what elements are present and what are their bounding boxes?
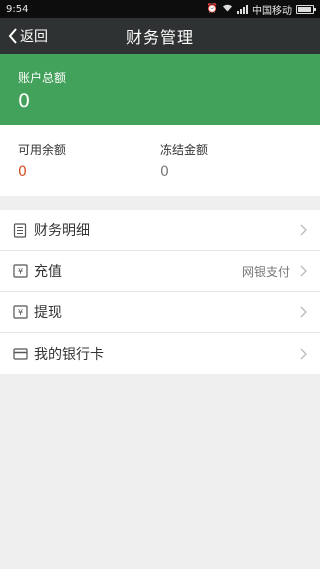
svg-text:¥: ¥ bbox=[17, 267, 22, 276]
finance-menu: 财务明细 ¥ 充值 网银支付 ¥ 提现 我的银行卡 bbox=[0, 210, 320, 374]
back-label: 返回 bbox=[20, 29, 48, 45]
total-balance-card: 账户总额 0 bbox=[0, 54, 320, 125]
menu-item-label: 提现 bbox=[34, 305, 62, 321]
chevron-right-icon bbox=[300, 348, 308, 360]
bank-card-icon bbox=[12, 346, 28, 362]
alarm-icon: ⏰ bbox=[206, 4, 218, 14]
chevron-left-icon bbox=[8, 28, 18, 44]
available-balance: 可用余额 0 bbox=[0, 125, 142, 196]
frozen-amount-label: 冻结金额 bbox=[160, 143, 209, 157]
frozen-amount-value: 0 bbox=[160, 164, 169, 180]
menu-item-withdraw[interactable]: ¥ 提现 bbox=[0, 292, 320, 333]
menu-item-recharge[interactable]: ¥ 充值 网银支付 bbox=[0, 251, 320, 292]
menu-item-label: 财务明细 bbox=[34, 223, 90, 239]
signal-icon bbox=[237, 4, 248, 14]
page-title: 财务管理 bbox=[125, 28, 194, 47]
frozen-amount: 冻结金额 0 bbox=[142, 125, 320, 196]
status-icons: ⏰ 中国移动 bbox=[206, 2, 316, 17]
yen-recharge-icon: ¥ bbox=[12, 263, 28, 279]
payment-method-label: 网银支付 bbox=[241, 264, 290, 279]
menu-item-bank-cards[interactable]: 我的银行卡 bbox=[0, 333, 320, 374]
menu-item-finance-details[interactable]: 财务明细 bbox=[0, 210, 320, 251]
yen-withdraw-icon: ¥ bbox=[12, 304, 28, 320]
chevron-right-icon bbox=[300, 265, 308, 277]
total-balance-label: 账户总额 bbox=[18, 71, 67, 85]
total-balance-value: 0 bbox=[18, 90, 31, 112]
status-time: 9:54 bbox=[6, 3, 29, 15]
chevron-right-icon bbox=[300, 306, 308, 318]
available-balance-label: 可用余额 bbox=[18, 143, 67, 157]
menu-item-label: 我的银行卡 bbox=[34, 346, 104, 363]
chevron-right-icon bbox=[300, 224, 308, 236]
wifi-icon bbox=[222, 3, 233, 15]
ledger-icon bbox=[12, 222, 28, 238]
back-button[interactable]: 返回 bbox=[8, 18, 48, 54]
svg-text:¥: ¥ bbox=[17, 308, 22, 317]
menu-item-label: 充值 bbox=[34, 264, 62, 280]
nav-bar: 返回 财务管理 bbox=[0, 18, 320, 54]
sub-balances: 可用余额 0 冻结金额 0 bbox=[0, 125, 320, 196]
available-balance-value: 0 bbox=[18, 164, 27, 180]
carrier-name: 中国移动 bbox=[252, 5, 292, 17]
status-bar: 9:54 ⏰ 中国移动 bbox=[0, 0, 320, 18]
battery-icon bbox=[296, 4, 316, 14]
